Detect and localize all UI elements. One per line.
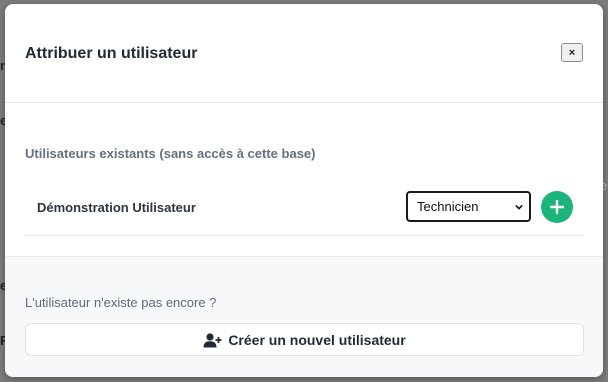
- close-button[interactable]: ×: [561, 43, 583, 62]
- assign-user-modal: Attribuer un utilisateur × Utilisateurs …: [5, 4, 603, 377]
- create-user-button-content: Créer un nouvel utilisateur: [26, 332, 583, 348]
- existing-users-label: Utilisateurs existants (sans accès à cet…: [25, 146, 316, 161]
- create-user-label: Créer un nouvel utilisateur: [228, 332, 406, 348]
- chevron-down-icon: [515, 204, 523, 210]
- modal-title: Attribuer un utilisateur: [25, 45, 198, 62]
- modal-footer: L'utilisateur n'existe pas encore ? Crée…: [5, 256, 603, 377]
- footer-hint: L'utilisateur n'existe pas encore ?: [25, 295, 217, 310]
- create-user-button[interactable]: Créer un nouvel utilisateur: [25, 323, 584, 356]
- add-user-button[interactable]: [541, 191, 573, 223]
- modal-header: Attribuer un utilisateur ×: [5, 4, 603, 103]
- user-plus-icon: [203, 333, 222, 348]
- user-name: Démonstration Utilisateur: [37, 200, 196, 215]
- plus-icon: [550, 200, 564, 214]
- role-select[interactable]: Technicien: [406, 191, 531, 222]
- role-select-value: Technicien: [417, 199, 479, 214]
- user-row: Démonstration Utilisateur Technicien: [25, 180, 584, 236]
